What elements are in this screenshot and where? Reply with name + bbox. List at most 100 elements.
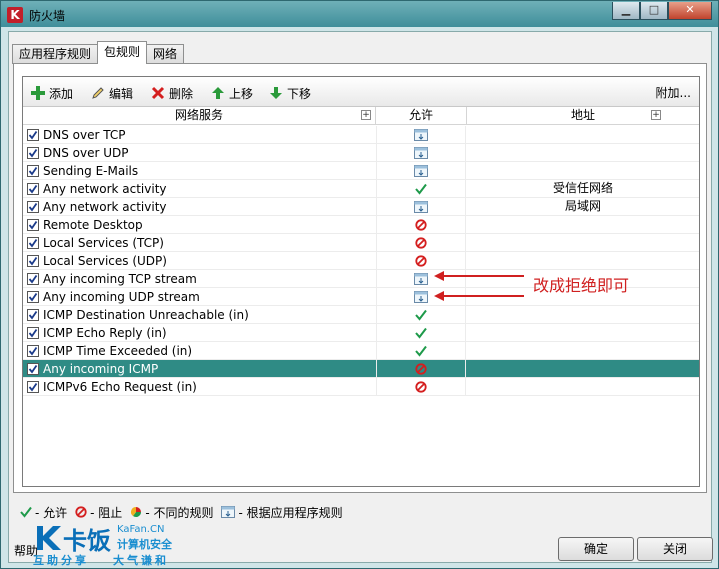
close-window-button[interactable]: ✕ — [668, 2, 712, 20]
rule-action-cell[interactable] — [376, 144, 466, 162]
dialog-client-area: 应用程序规则 包规则 网络 添加 编辑 删除 上移 下移 附加... 网络服务 … — [8, 31, 712, 563]
rule-checkbox[interactable] — [27, 237, 39, 249]
minimize-button[interactable]: ▁ — [612, 2, 640, 20]
legend-block-label: - 阻止 — [90, 505, 123, 520]
rule-checkbox[interactable] — [27, 165, 39, 177]
rule-name: DNS over UDP — [43, 146, 129, 160]
window-controls: ▁ □ ✕ — [612, 2, 712, 20]
table-row[interactable]: DNS over TCP — [23, 126, 699, 144]
table-row[interactable]: ICMPv6 Echo Request (in) — [23, 378, 699, 396]
rule-checkbox[interactable] — [27, 309, 39, 321]
tab-application-rules[interactable]: 应用程序规则 — [12, 44, 99, 64]
rule-action-cell[interactable] — [376, 216, 466, 234]
legend-allow-label: - 允许 — [35, 505, 68, 520]
expand-service-icon[interactable]: + — [361, 110, 371, 120]
checkmark-icon — [20, 506, 32, 518]
delete-button[interactable]: 删除 — [151, 84, 193, 102]
table-row[interactable]: Local Services (UDP) — [23, 252, 699, 270]
move-down-button[interactable]: 下移 — [269, 84, 311, 102]
ok-button[interactable]: 确定 — [558, 537, 634, 561]
rule-checkbox[interactable] — [27, 129, 39, 141]
table-row[interactable]: Any network activity 受信任网络 — [23, 180, 699, 198]
table-row[interactable]: DNS over UDP — [23, 144, 699, 162]
rule-action-cell[interactable] — [376, 288, 466, 306]
column-header-allow[interactable]: 允许 — [376, 107, 467, 125]
check-mark-icon — [28, 148, 38, 158]
check-mark-icon — [28, 130, 38, 140]
rule-name: ICMPv6 Echo Request (in) — [43, 380, 197, 394]
additional-button[interactable]: 附加... — [656, 84, 691, 101]
table-row[interactable]: ICMP Time Exceeded (in) — [23, 342, 699, 360]
rule-action-cell[interactable] — [376, 180, 466, 198]
edit-button[interactable]: 编辑 — [91, 84, 133, 102]
rule-action-cell[interactable] — [376, 306, 466, 324]
rule-action-cell[interactable] — [376, 342, 466, 360]
rule-checkbox[interactable] — [27, 147, 39, 159]
rule-name-cell: Remote Desktop — [27, 216, 375, 234]
table-row[interactable]: Local Services (TCP) — [23, 234, 699, 252]
column-header-address[interactable]: 地址 — [467, 107, 699, 125]
rule-action-cell[interactable] — [376, 360, 466, 378]
rule-name: Any network activity — [43, 200, 167, 214]
rule-action-cell[interactable] — [376, 234, 466, 252]
title-bar[interactable]: K 防火墙 ▁ □ ✕ — [1, 1, 718, 29]
rule-action-cell[interactable] — [376, 252, 466, 270]
rule-action-cell[interactable] — [376, 198, 466, 216]
rule-checkbox[interactable] — [27, 345, 39, 357]
check-mark-icon — [28, 328, 38, 338]
tab-network[interactable]: 网络 — [146, 44, 185, 64]
check-mark-icon — [28, 184, 38, 194]
maximize-button[interactable]: □ — [640, 2, 668, 20]
rule-name: Remote Desktop — [43, 218, 143, 232]
column-header-service[interactable]: 网络服务 — [23, 107, 376, 125]
rule-action-cell[interactable] — [376, 378, 466, 396]
rule-address — [467, 378, 699, 396]
rule-name-cell: DNS over TCP — [27, 126, 375, 144]
move-up-button[interactable]: 上移 — [211, 84, 253, 102]
tab-packet-rules[interactable]: 包规则 — [97, 41, 148, 64]
rule-address — [467, 144, 699, 162]
block-icon — [415, 237, 427, 249]
rule-address — [467, 324, 699, 342]
rule-name: Local Services (UDP) — [43, 254, 167, 268]
check-mark-icon — [28, 274, 38, 284]
rule-address — [467, 252, 699, 270]
rule-checkbox[interactable] — [27, 183, 39, 195]
rule-action-cell[interactable] — [376, 126, 466, 144]
table-row[interactable]: ICMP Echo Reply (in) — [23, 324, 699, 342]
rule-action-cell[interactable] — [376, 270, 466, 288]
expand-address-icon[interactable]: + — [651, 110, 661, 120]
rule-name-cell: Any network activity — [27, 180, 375, 198]
rule-checkbox[interactable] — [27, 255, 39, 267]
rule-address — [467, 234, 699, 252]
legend-allow: - 允许 — [20, 504, 67, 521]
app-rule-icon — [414, 291, 428, 303]
rule-checkbox[interactable] — [27, 381, 39, 393]
rule-checkbox[interactable] — [27, 363, 39, 375]
add-button[interactable]: 添加 — [31, 84, 73, 102]
rule-checkbox[interactable] — [27, 291, 39, 303]
checkmark-icon — [415, 345, 427, 357]
table-row[interactable]: Any network activity 局域网 — [23, 198, 699, 216]
mixed-rules-icon — [131, 507, 142, 517]
table-row[interactable]: Remote Desktop — [23, 216, 699, 234]
rule-name: Local Services (TCP) — [43, 236, 164, 250]
table-row[interactable]: Any incoming ICMP — [23, 360, 699, 378]
rule-checkbox[interactable] — [27, 327, 39, 339]
close-button[interactable]: 关闭 — [637, 537, 713, 561]
rule-checkbox[interactable] — [27, 273, 39, 285]
move-up-label: 上移 — [229, 86, 254, 101]
rule-name: ICMP Destination Unreachable (in) — [43, 308, 249, 322]
rule-checkbox[interactable] — [27, 219, 39, 231]
rule-checkbox[interactable] — [27, 201, 39, 213]
check-mark-icon — [28, 382, 38, 392]
rule-address — [467, 126, 699, 144]
rule-action-cell[interactable] — [376, 324, 466, 342]
kafan-slogan-3: 大气谦和 — [113, 554, 169, 567]
check-mark-icon — [28, 310, 38, 320]
annotation-arrow-2 — [442, 295, 524, 297]
rule-action-cell[interactable] — [376, 162, 466, 180]
check-mark-icon — [28, 256, 38, 266]
table-row[interactable]: Sending E-Mails — [23, 162, 699, 180]
table-row[interactable]: ICMP Destination Unreachable (in) — [23, 306, 699, 324]
